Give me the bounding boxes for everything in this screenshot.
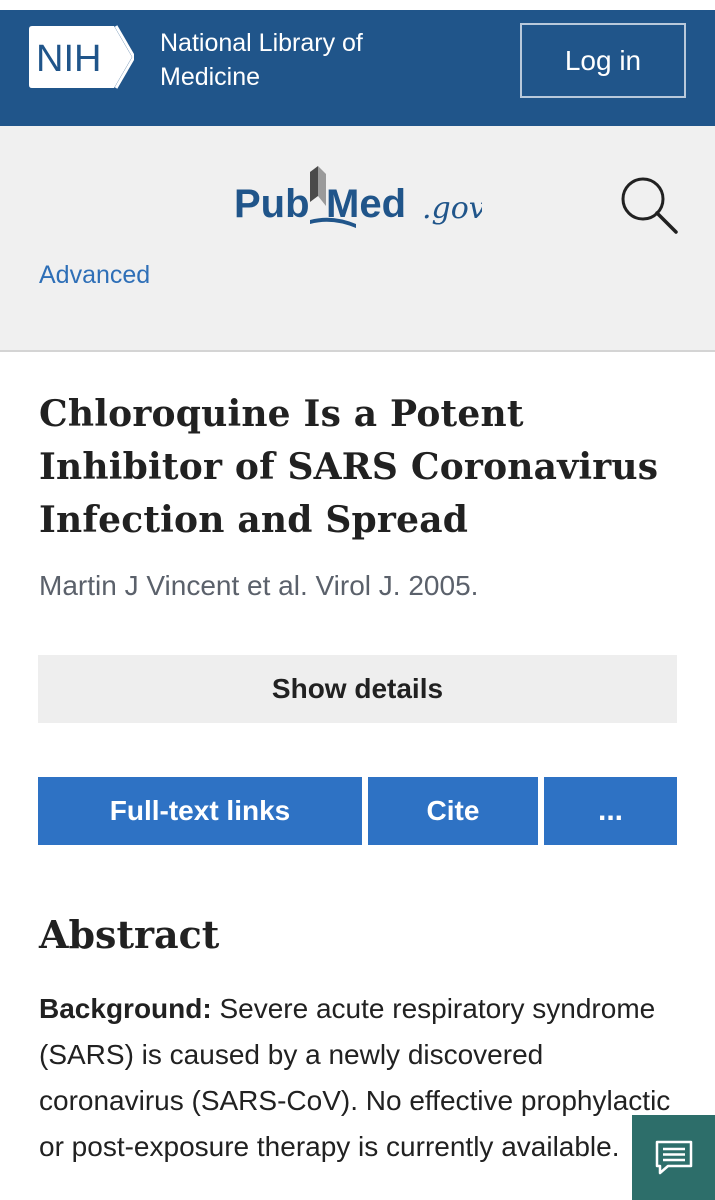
feedback-icon [655, 1140, 692, 1174]
background-label: Background: [39, 993, 212, 1024]
pubmed-logo[interactable]: Pub Med .gov [232, 162, 482, 238]
search-icon[interactable] [618, 174, 680, 236]
more-actions-button[interactable]: ... [544, 777, 677, 845]
pubmed-header: Pub Med .gov Advanced [0, 126, 715, 352]
abstract-heading: Abstract [39, 912, 220, 957]
feedback-button[interactable] [632, 1115, 715, 1200]
nih-header: NIH National Library of Medicine Log in [0, 10, 715, 126]
login-button[interactable]: Log in [520, 23, 686, 98]
article-title: Chloroquine Is a Potent Inhibitor of SAR… [39, 393, 659, 541]
logo-gov: .gov [422, 191, 482, 226]
article-citation: Martin J Vincent et al. Virol J. 2005. [39, 570, 479, 601]
org-name: National Library of Medicine [160, 29, 363, 91]
abstract-text: Background: Severe acute respiratory syn… [39, 986, 689, 1170]
book-icon [310, 166, 326, 206]
full-text-links-button[interactable]: Full-text links [38, 777, 362, 845]
nih-logo[interactable]: NIH [28, 24, 134, 90]
show-details-button[interactable]: Show details [38, 655, 677, 723]
advanced-search-link[interactable]: Advanced [39, 261, 150, 290]
nih-logo-text: NIH [36, 38, 101, 80]
cite-button[interactable]: Cite [368, 777, 538, 845]
logo-pub: Pub [234, 182, 310, 226]
